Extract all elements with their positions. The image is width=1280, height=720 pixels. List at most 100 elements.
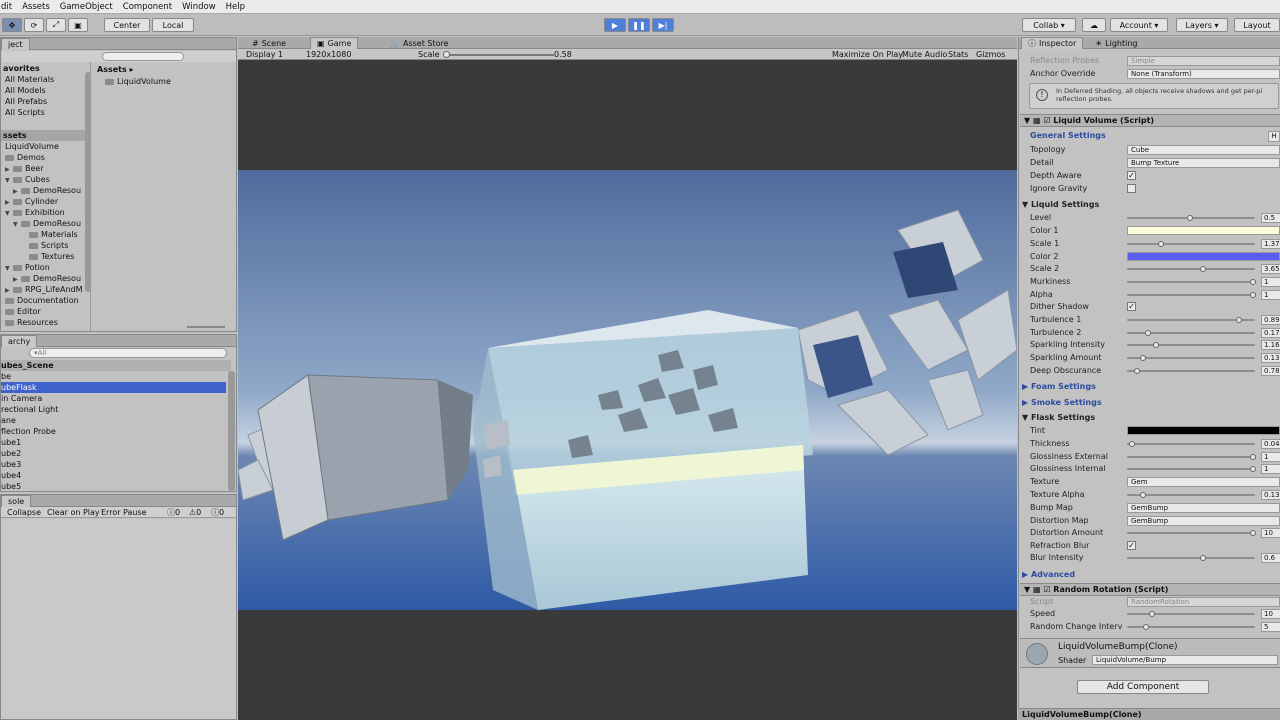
assets-breadcrumb[interactable]: Assets ▸ <box>97 64 134 75</box>
collapse-icon[interactable]: ▼ <box>5 208 13 219</box>
tab-project[interactable]: ject <box>1 38 30 50</box>
gloss-ext-slider[interactable] <box>1127 456 1255 458</box>
scale-slider[interactable] <box>443 51 554 58</box>
spark-amt-slider[interactable] <box>1127 357 1255 359</box>
resolution-dropdown[interactable]: 1920x1080 <box>306 49 351 60</box>
blur-slider[interactable] <box>1127 557 1255 559</box>
hierarchy-item[interactable]: ube5 <box>1 481 21 489</box>
smoke-settings-header[interactable]: ▶ Smoke Settings <box>1022 397 1102 409</box>
rotate-tool-icon[interactable]: ⟳ <box>24 18 44 32</box>
tree-item[interactable]: ▶ DemoResou <box>13 273 81 284</box>
preview-footer[interactable]: LiquidVolumeBump(Clone) <box>1018 708 1280 720</box>
hierarchy-item[interactable]: ube2 <box>1 448 21 459</box>
texture-field[interactable]: Gem <box>1127 477 1280 487</box>
favorite-item[interactable]: All Scripts <box>5 107 45 118</box>
tint-swatch[interactable] <box>1127 426 1280 435</box>
game-render[interactable] <box>238 170 1017 610</box>
hierarchy-item[interactable]: be <box>1 371 11 382</box>
error-count[interactable]: ⓘ0 <box>211 507 224 518</box>
error-pause-button[interactable]: Error Pause <box>101 507 147 518</box>
turb2-value[interactable]: 0.17 <box>1261 328 1280 338</box>
project-search-input[interactable] <box>102 52 184 61</box>
murkiness-value[interactable]: 1 <box>1261 277 1280 287</box>
spark-int-slider[interactable] <box>1127 344 1255 346</box>
gloss-ext-value[interactable]: 1 <box>1261 452 1280 462</box>
distortion-amt-slider[interactable] <box>1127 532 1255 534</box>
scale2-slider[interactable] <box>1127 268 1255 270</box>
foldout-icon[interactable]: ▼ <box>1024 116 1030 125</box>
hierarchy-item[interactable]: ane <box>1 415 16 426</box>
tab-console[interactable]: sole <box>1 495 32 507</box>
speed-slider[interactable] <box>1127 613 1255 615</box>
menu-assets[interactable]: Assets <box>22 2 50 12</box>
component-enabled-checkbox[interactable]: ☑ <box>1043 585 1050 594</box>
turb1-value[interactable]: 0.89 <box>1261 315 1280 325</box>
hierarchy-item[interactable]: rectional Light <box>1 404 58 415</box>
tree-item[interactable]: ▼ Exhibition <box>5 207 65 218</box>
pivot-center-button[interactable]: Center <box>104 18 150 32</box>
deep-slider[interactable] <box>1127 370 1255 372</box>
pause-button[interactable]: ❚❚ <box>628 18 650 32</box>
asset-item[interactable]: LiquidVolume <box>105 76 171 87</box>
scale1-slider[interactable] <box>1127 243 1255 245</box>
scale2-slider-knob[interactable] <box>1199 266 1206 272</box>
maximize-on-play-toggle[interactable]: Maximize On Play <box>832 49 903 60</box>
tree-item[interactable]: Demos <box>5 152 45 163</box>
tree-item[interactable]: ▶ DemoResou <box>13 185 81 196</box>
anchor-override-field[interactable]: None (Transform) <box>1127 69 1280 79</box>
alpha-slider[interactable] <box>1127 294 1255 296</box>
color2-swatch[interactable] <box>1127 252 1280 261</box>
step-button[interactable]: ▶| <box>652 18 674 32</box>
play-button[interactable]: ▶ <box>604 18 626 32</box>
ignore-gravity-checkbox[interactable] <box>1127 184 1136 193</box>
tab-scene[interactable]: # Scene <box>246 37 292 49</box>
distortion-map-field[interactable]: GemBump <box>1127 516 1280 526</box>
stats-toggle[interactable]: Stats <box>948 49 968 60</box>
scene-header[interactable]: ubes_Scene <box>1 360 231 371</box>
clear-on-play-button[interactable]: Clear on Play <box>47 507 100 518</box>
reflection-probes-field[interactable]: Simple <box>1127 56 1280 66</box>
gizmos-toggle[interactable]: Gizmos <box>976 49 1005 60</box>
flask-settings-header[interactable]: ▼ Flask Settings <box>1022 412 1095 424</box>
layers-dropdown[interactable]: Layers ▾ <box>1176 18 1228 32</box>
tree-item[interactable]: ▼ Cubes <box>5 174 50 185</box>
level-value[interactable]: 0.5 <box>1261 213 1280 223</box>
shader-dropdown[interactable]: LiquidVolume/Bump <box>1092 655 1278 665</box>
scale1-slider-knob[interactable] <box>1158 241 1165 247</box>
cloud-icon[interactable]: ☁ <box>1082 18 1106 32</box>
menu-window[interactable]: Window <box>182 2 216 12</box>
display-dropdown[interactable]: Display 1 <box>246 49 283 60</box>
rect-tool-icon[interactable]: ▣ <box>68 18 88 32</box>
menu-component[interactable]: Component <box>123 2 172 12</box>
component-enabled-checkbox[interactable]: ☑ <box>1043 116 1050 125</box>
scale2-value[interactable]: 3.65 <box>1261 264 1280 274</box>
refraction-blur-checkbox[interactable]: ✓ <box>1127 541 1136 550</box>
bump-map-field[interactable]: GemBump <box>1127 503 1280 513</box>
level-slider-knob[interactable] <box>1187 215 1193 221</box>
dither-shadow-checkbox[interactable]: ✓ <box>1127 302 1136 311</box>
tree-item[interactable]: ▶ Cylinder <box>5 196 58 207</box>
gloss-int-value[interactable]: 1 <box>1261 464 1280 474</box>
tex-alpha-slider[interactable] <box>1127 494 1255 496</box>
color1-swatch[interactable] <box>1127 226 1280 235</box>
tree-item[interactable]: Documentation <box>5 295 79 306</box>
random-rotation-component-header[interactable]: ▼ ▦ ☑ Random Rotation (Script) <box>1020 583 1280 596</box>
hierarchy-item[interactable]: flection Probe <box>1 426 56 437</box>
hierarchy-item[interactable]: ube4 <box>1 470 21 481</box>
blur-slider-knob[interactable] <box>1199 555 1206 561</box>
distortion-amt-value[interactable]: 10 <box>1261 528 1280 538</box>
gloss-int-slider[interactable] <box>1127 468 1255 470</box>
assets-header[interactable]: ssets <box>1 130 85 141</box>
hierarchy-search-input[interactable]: ▾All <box>29 348 227 358</box>
collapse-icon[interactable]: ▼ <box>13 219 21 230</box>
gloss-ext-slider-knob[interactable] <box>1250 454 1256 460</box>
hierarchy-item-selected[interactable]: ubeFlask <box>1 382 226 393</box>
scale-slider-knob[interactable] <box>443 51 451 58</box>
tree-scrollbar[interactable] <box>85 72 91 292</box>
tree-item[interactable]: Textures <box>29 251 74 262</box>
random-change-slider-knob[interactable] <box>1142 624 1149 630</box>
collab-button[interactable]: Collab ▾ <box>1022 18 1076 32</box>
pivot-local-button[interactable]: Local <box>152 18 194 32</box>
menu-help[interactable]: Help <box>226 2 245 12</box>
menu-edit[interactable]: dit <box>1 2 12 12</box>
